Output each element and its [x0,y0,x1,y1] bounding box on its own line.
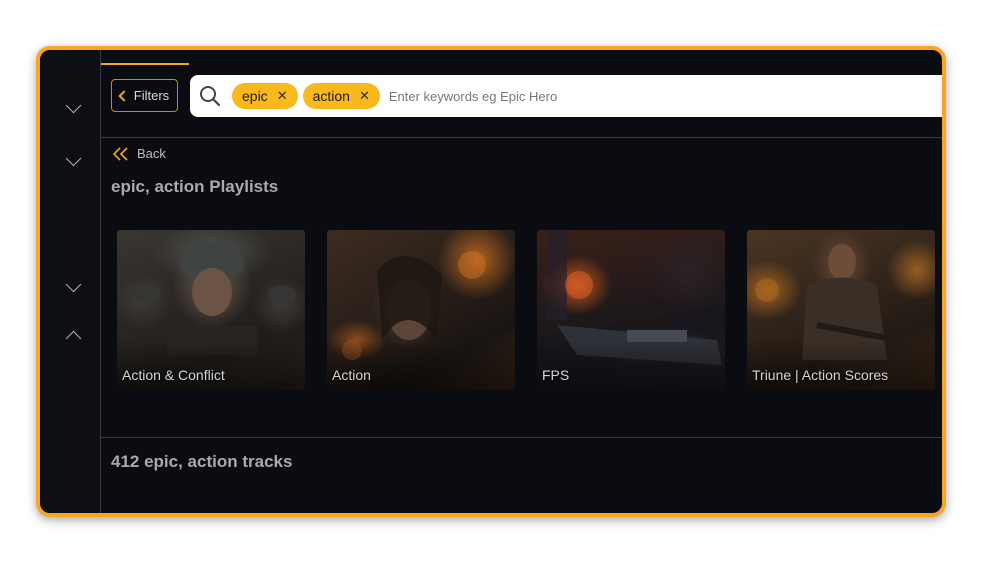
playlist-card[interactable]: Action & Conflict [117,230,305,390]
playlist-card-label: Action [332,367,371,383]
playlist-card-label: FPS [542,367,570,383]
search-icon [198,84,222,108]
double-chevron-left-icon [113,146,128,161]
playlist-card-label: Action & Conflict [122,367,225,383]
playlist-card[interactable]: Action [327,230,515,390]
divider [101,137,942,138]
app-window: Filters epic ✕ action ✕ Enter keywords e… [36,46,946,517]
chevron-up-icon[interactable] [65,330,82,347]
chevron-down-icon[interactable] [65,150,82,167]
playlists-heading: epic, action Playlists [111,177,279,196]
filters-button[interactable]: Filters [111,79,178,112]
filters-button-label: Filters [133,88,170,103]
playlist-card[interactable]: Triune | Action Scores [747,230,935,390]
sidebar [40,50,101,513]
close-icon[interactable]: ✕ [277,88,288,104]
playlist-card-label: Triune | Action Scores [752,367,889,383]
search-tag-epic: epic ✕ [232,83,298,109]
close-icon[interactable]: ✕ [359,88,370,104]
search-tag-action: action ✕ [302,83,380,109]
playlist-grid: Action & Conflict Action FPS Triune | Ac… [117,230,935,390]
search-input[interactable] [386,87,691,105]
playlist-card[interactable]: FPS [537,230,725,390]
back-link[interactable]: Back [113,146,166,161]
chevron-down-icon[interactable] [65,97,82,114]
main-content: Filters epic ✕ action ✕ Enter keywords e… [101,50,942,513]
active-tab-indicator [101,63,189,65]
chevron-down-icon[interactable] [65,276,82,293]
search-tag-label: action [312,88,350,104]
search-bar[interactable]: epic ✕ action ✕ [190,75,942,117]
search-tag-label: epic [242,88,268,104]
back-label: Back [137,146,166,161]
divider [101,437,942,438]
tracks-heading: 412 epic, action tracks [111,452,293,471]
chevron-left-icon [118,90,130,102]
